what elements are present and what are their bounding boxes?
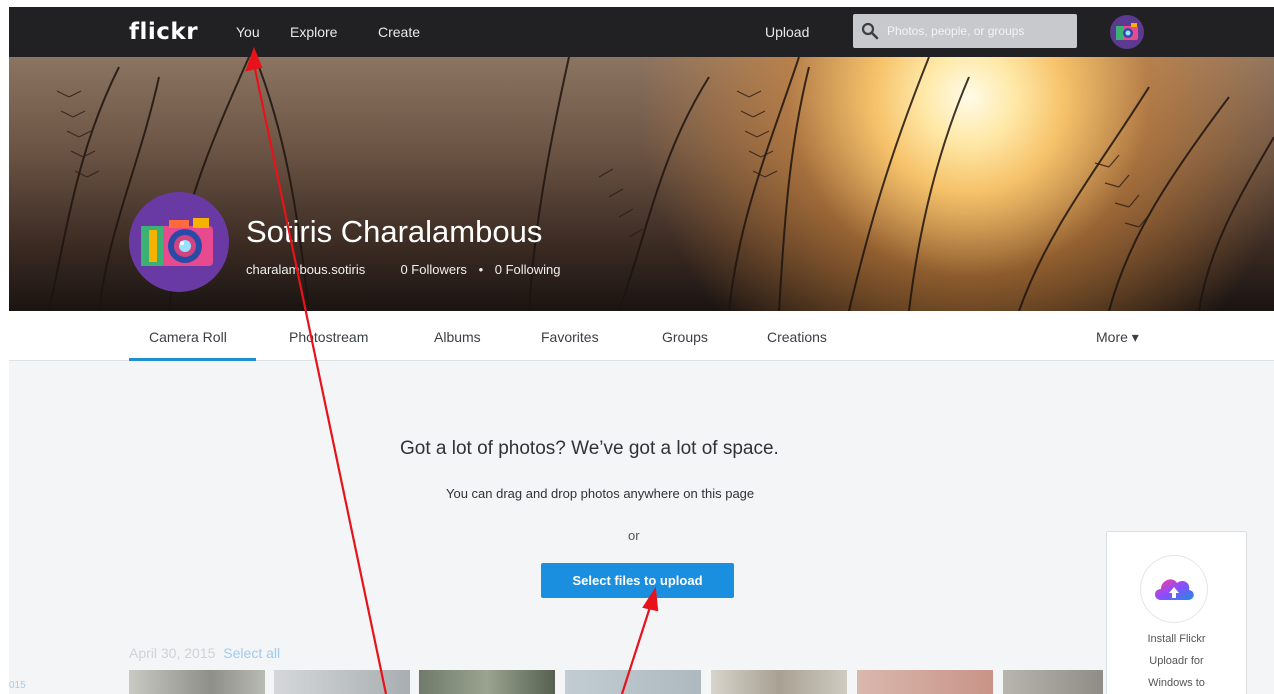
photo-thumbnail[interactable] [129, 670, 265, 694]
tab-albums[interactable]: Albums [434, 329, 481, 345]
profile-meta: charalambous.sotiris 0 Followers • 0 Fol… [246, 262, 561, 277]
select-files-button[interactable]: Select files to upload [541, 563, 734, 598]
tab-favorites[interactable]: Favorites [541, 329, 599, 345]
profile-tabs: Camera Roll Photostream Albums Favorites… [9, 311, 1274, 361]
uploadr-promo-card[interactable]: Install Flickr Uploadr for Windows to [1106, 531, 1247, 694]
nav-explore-link[interactable]: Explore [290, 24, 337, 40]
photo-thumbnail[interactable] [1003, 670, 1103, 694]
date-label: April 30, 2015 [129, 645, 216, 661]
tab-creations[interactable]: Creations [767, 329, 827, 345]
cover-photo: Sotiris Charalambous charalambous.sotiri… [9, 57, 1274, 311]
sidebar-year-label[interactable]: 015 [9, 680, 26, 691]
nav-you-link[interactable]: You [236, 24, 260, 40]
date-group-header: April 30, 2015 Select all [129, 645, 280, 661]
top-navigation-bar: flickr You Explore Create Upload Photos,… [9, 7, 1274, 57]
followers-count[interactable]: 0 Followers [400, 262, 466, 277]
promo-text: Install Flickr Uploadr for Windows to [1107, 628, 1246, 694]
photo-thumbnail[interactable] [274, 670, 410, 694]
cloud-upload-icon [1141, 556, 1207, 622]
tab-groups[interactable]: Groups [662, 329, 708, 345]
empty-state-subline: You can drag and drop photos anywhere on… [446, 486, 755, 501]
active-tab-indicator [129, 358, 256, 361]
tab-photostream[interactable]: Photostream [289, 329, 368, 345]
profile-username[interactable]: charalambous.sotiris [246, 262, 365, 277]
tab-camera-roll[interactable]: Camera Roll [149, 329, 227, 345]
photo-thumbnail[interactable] [857, 670, 993, 694]
promo-line: Uploadr for [1149, 655, 1204, 667]
select-all-link[interactable]: Select all [223, 645, 280, 661]
meta-separator: • [478, 262, 484, 277]
user-avatar-icon[interactable] [1110, 15, 1144, 49]
nav-upload-link[interactable]: Upload [765, 24, 809, 40]
flickr-logo[interactable]: flickr [129, 19, 198, 45]
search-icon [861, 22, 879, 40]
following-count[interactable]: 0 Following [495, 262, 561, 277]
empty-state-headline: Got a lot of photos? We’ve got a lot of … [400, 438, 779, 459]
empty-state-or: or [628, 528, 640, 543]
promo-line: Windows to [1148, 677, 1205, 689]
photo-thumbnail[interactable] [711, 670, 847, 694]
promo-line: Install Flickr [1147, 633, 1206, 645]
search-box[interactable]: Photos, people, or groups [853, 14, 1077, 48]
browser-viewport: flickr You Explore Create Upload Photos,… [9, 7, 1274, 694]
more-menu[interactable]: More ▾ [1096, 329, 1139, 346]
nav-create-link[interactable]: Create [378, 24, 420, 40]
profile-avatar-icon[interactable] [129, 192, 229, 292]
search-placeholder: Photos, people, or groups [887, 24, 1025, 38]
photo-thumbnail[interactable] [419, 670, 555, 694]
photo-thumbnail[interactable] [565, 670, 701, 694]
profile-name: Sotiris Charalambous [246, 214, 543, 249]
